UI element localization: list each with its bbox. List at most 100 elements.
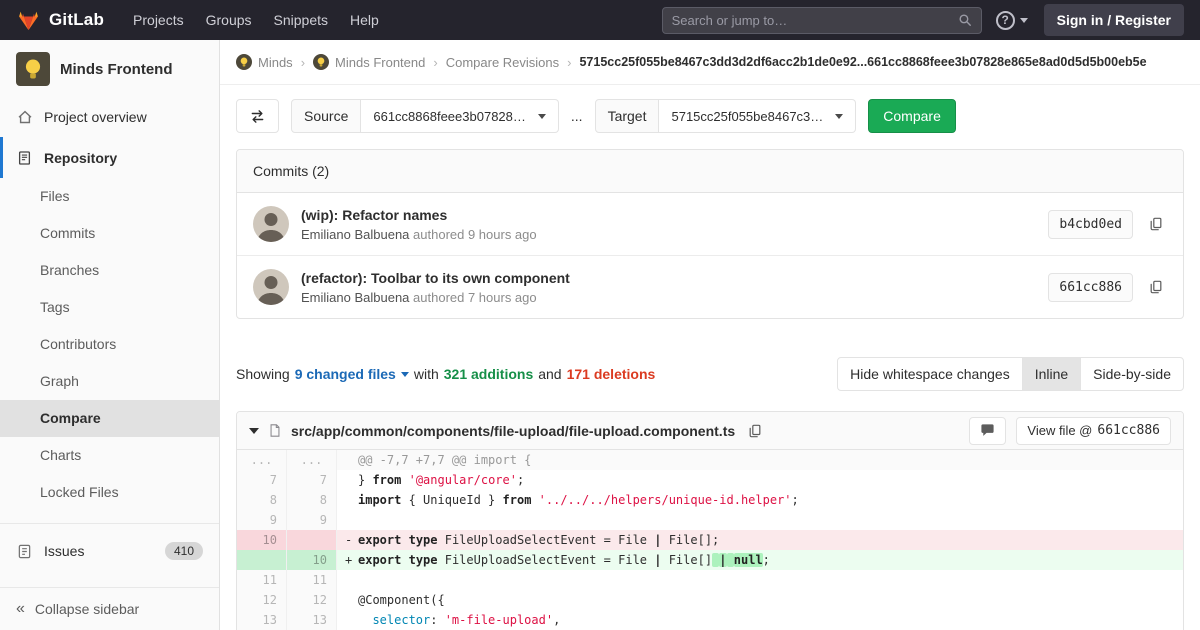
- side-by-side-button[interactable]: Side-by-side: [1080, 357, 1184, 391]
- help-menu[interactable]: ?: [995, 10, 1028, 30]
- issues-count-badge: 410: [164, 542, 203, 560]
- search-box[interactable]: [661, 6, 982, 34]
- view-file-sha: 661cc886: [1097, 423, 1160, 438]
- diff-line: 12 12 @Component({: [237, 590, 1183, 610]
- compare-button[interactable]: Compare: [868, 99, 956, 133]
- commits-panel: Commits (2) (wip): Refactor names Emilia…: [236, 149, 1184, 319]
- commit-author-avatar[interactable]: [253, 269, 289, 305]
- hide-whitespace-button[interactable]: Hide whitespace changes: [837, 357, 1023, 391]
- source-dropdown[interactable]: 661cc8868feee3b07828…: [361, 99, 559, 133]
- breadcrumb-link-minds-frontend[interactable]: Minds Frontend: [335, 55, 425, 70]
- copy-sha-button[interactable]: [1145, 276, 1167, 298]
- sidebar-item-tags[interactable]: Tags: [0, 289, 219, 326]
- new-line-number[interactable]: ...: [287, 450, 337, 470]
- diff-prefix: [345, 490, 358, 510]
- commit-sha[interactable]: 661cc886: [1048, 272, 1133, 302]
- commit-sha[interactable]: b4cbd0ed: [1048, 209, 1133, 239]
- diff-line: 99: [237, 510, 1183, 530]
- code-segment: ,: [553, 613, 561, 627]
- issues-icon: [16, 543, 33, 560]
- diff-line: ...... @@ -7,7 +7,7 @@ import {: [237, 450, 1183, 470]
- code-segment: from: [372, 473, 402, 487]
- breadcrumb-link-minds[interactable]: Minds: [258, 55, 293, 70]
- sidebar-item-graph[interactable]: Graph: [0, 363, 219, 400]
- code-segment: File[];: [661, 533, 720, 547]
- help-icon: ?: [995, 10, 1015, 30]
- sidebar-item-commits[interactable]: Commits: [0, 215, 219, 252]
- old-line-number[interactable]: 8: [237, 490, 287, 510]
- old-line-number[interactable]: 10: [237, 530, 287, 550]
- old-line-number[interactable]: 7: [237, 470, 287, 490]
- toggle-comments-button[interactable]: [969, 416, 1007, 445]
- changed-files-dropdown[interactable]: 9 changed files: [295, 366, 409, 382]
- breadcrumb-link-compare-revisions[interactable]: Compare Revisions: [446, 55, 559, 70]
- commit-author-avatar[interactable]: [253, 206, 289, 242]
- old-line-number[interactable]: 12: [237, 590, 287, 610]
- commit-title-link[interactable]: (wip): Refactor names: [301, 207, 1036, 223]
- diff-summary-bar: Showing 9 changed files with 321 additio…: [236, 357, 1184, 391]
- gitlab-logo[interactable]: GitLab: [16, 8, 104, 32]
- chevron-down-icon: [1019, 17, 1028, 23]
- source-value: 661cc8868feee3b07828…: [373, 108, 526, 124]
- new-line-number[interactable]: 8: [287, 490, 337, 510]
- sidebar-item-locked-files[interactable]: Locked Files: [0, 474, 219, 511]
- nav-item-help[interactable]: Help: [339, 0, 390, 40]
- collapse-diff-caret[interactable]: [249, 427, 259, 434]
- file-path: src/app/common/components/file-upload/fi…: [291, 422, 736, 439]
- sidebar-item-branches[interactable]: Branches: [0, 252, 219, 289]
- diff-line: 10 + export type FileUploadSelectEvent = F…: [237, 550, 1183, 570]
- new-line-number[interactable]: 10: [287, 550, 337, 570]
- old-line-number[interactable]: 9: [237, 510, 287, 530]
- copy-sha-button[interactable]: [1145, 213, 1167, 235]
- code-segment: selector: [372, 613, 431, 627]
- sidebar-item-contributors[interactable]: Contributors: [0, 326, 219, 363]
- sidebar-item-issues[interactable]: Issues 410: [0, 530, 219, 572]
- new-line-number[interactable]: 7: [287, 470, 337, 490]
- diff-prefix: -: [345, 533, 353, 547]
- breadcrumb-separator: ›: [300, 54, 306, 70]
- old-line-number[interactable]: [237, 550, 287, 570]
- sidebar-divider: [0, 523, 219, 524]
- sidebar-item-project-overview[interactable]: Project overview: [0, 96, 219, 137]
- new-line-number[interactable]: 12: [287, 590, 337, 610]
- code-segment: ;: [516, 473, 525, 487]
- code-segment: import: [358, 493, 402, 507]
- navbar-menu: Projects Groups Snippets Help: [122, 0, 390, 40]
- search-input[interactable]: [671, 12, 952, 28]
- old-line-number[interactable]: 11: [237, 570, 287, 590]
- sidebar-item-files[interactable]: Files: [0, 178, 219, 215]
- sign-in-button[interactable]: Sign in / Register: [1043, 4, 1184, 36]
- commit-title-link[interactable]: (refactor): Toolbar to its own component: [301, 270, 1036, 286]
- commit-author-link[interactable]: Emiliano Balbuena: [301, 290, 409, 305]
- nav-item-projects[interactable]: Projects: [122, 0, 195, 40]
- nav-item-groups[interactable]: Groups: [195, 0, 263, 40]
- sidebar-project-header[interactable]: Minds Frontend: [0, 40, 219, 96]
- new-line-number[interactable]: 9: [287, 510, 337, 530]
- repository-icon: [16, 149, 33, 166]
- commit-author-link[interactable]: Emiliano Balbuena: [301, 227, 409, 242]
- sidebar-item-repository[interactable]: Repository: [0, 137, 219, 178]
- new-line-number[interactable]: 13: [287, 610, 337, 630]
- swap-revisions-button[interactable]: [236, 99, 279, 133]
- commit-meta: Emiliano Balbuena authored 9 hours ago: [301, 227, 1036, 242]
- new-line-number[interactable]: 11: [287, 570, 337, 590]
- diff-view-controls: Hide whitespace changes Inline Side-by-s…: [837, 357, 1184, 391]
- sidebar-item-compare[interactable]: Compare: [0, 400, 219, 437]
- breadcrumb-item: Minds Frontend: [313, 54, 425, 70]
- new-line-number[interactable]: [287, 530, 337, 550]
- code-line: + export type FileUploadSelectEvent = Fil…: [337, 550, 1183, 570]
- copy-path-button[interactable]: [744, 420, 766, 442]
- commit-info: (refactor): Toolbar to its own component…: [301, 270, 1036, 305]
- inline-view-button[interactable]: Inline: [1021, 357, 1082, 391]
- view-file-button[interactable]: View file @ 661cc886: [1016, 416, 1171, 445]
- collapse-sidebar-button[interactable]: « Collapse sidebar: [0, 587, 219, 630]
- code-line: selector: 'm-file-upload',: [337, 610, 1183, 630]
- commit-meta: Emiliano Balbuena authored 7 hours ago: [301, 290, 1036, 305]
- diff-line: 77 } from '@angular/core';: [237, 470, 1183, 490]
- nav-item-snippets[interactable]: Snippets: [263, 0, 339, 40]
- old-line-number[interactable]: ...: [237, 450, 287, 470]
- old-line-number[interactable]: 13: [237, 610, 287, 630]
- sidebar-item-charts[interactable]: Charts: [0, 437, 219, 474]
- target-dropdown[interactable]: 5715cc25f055be8467c3…: [659, 99, 857, 133]
